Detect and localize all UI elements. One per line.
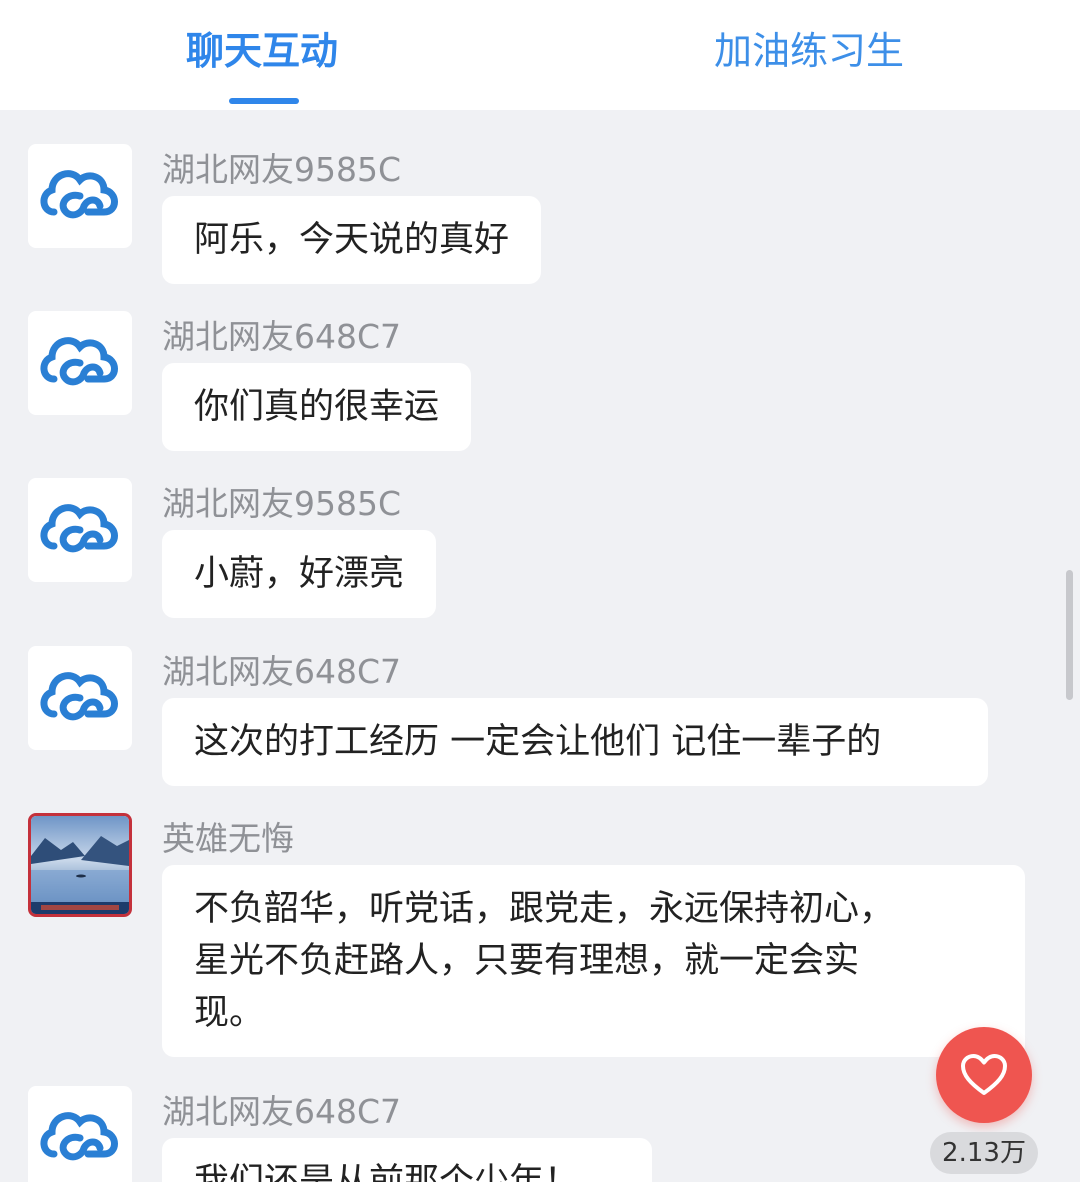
username[interactable]: 湖北网友648C7 xyxy=(162,1090,401,1134)
message-bubble[interactable]: 不负韶华，听党话，跟党走，永远保持初心， 星光不负赶路人，只要有理想，就一定会实… xyxy=(162,865,1025,1057)
cloud-logo-icon xyxy=(40,170,118,219)
cloud-logo-icon xyxy=(40,504,118,553)
cloud-logo-icon xyxy=(40,1112,118,1161)
message-text: 小蔚，好漂亮 xyxy=(194,554,405,594)
message-text: 你们真的很幸运 xyxy=(194,387,440,427)
cloud-logo-icon xyxy=(40,672,118,721)
message-bubble[interactable]: 你们真的很幸运 xyxy=(162,363,472,451)
message-text: 阿乐，今天说的真好 xyxy=(194,220,510,260)
avatar[interactable] xyxy=(28,813,132,917)
heart-icon xyxy=(961,1054,1007,1095)
username[interactable]: 湖北网友9585C xyxy=(162,482,401,526)
message-bubble[interactable]: 阿乐，今天说的真好 xyxy=(162,196,542,284)
username[interactable]: 湖北网友648C7 xyxy=(162,315,401,359)
chat-feed[interactable]: 湖北网友9585C 阿乐，今天说的真好 湖北网友648C7 你们真的很幸运 湖北… xyxy=(0,110,1080,1182)
landscape-photo xyxy=(31,816,129,914)
avatar[interactable] xyxy=(28,646,132,750)
message-bubble[interactable]: 这次的打工经历 一定会让他们 记住一辈子的 xyxy=(162,698,988,786)
avatar[interactable] xyxy=(28,144,132,248)
tab-trainee[interactable]: 加油练习生 xyxy=(714,26,904,76)
message-text: 不负韶华，听党话，跟党走，永远保持初心， xyxy=(194,889,895,929)
message-text: 我们还是从前那个少年！ xyxy=(194,1162,580,1182)
cloud-logo-icon xyxy=(40,337,118,386)
tab-chat[interactable]: 聊天互动 xyxy=(186,26,338,76)
avatar[interactable] xyxy=(28,1086,132,1182)
message-text: 现。 xyxy=(194,993,265,1033)
bottom-edge xyxy=(0,1182,1080,1200)
scrollbar[interactable] xyxy=(1066,570,1073,700)
avatar[interactable] xyxy=(28,311,132,415)
like-button[interactable] xyxy=(936,1027,1032,1123)
tab-bar: 聊天互动 加油练习生 xyxy=(0,0,1080,110)
message-text: 星光不负赶路人，只要有理想，就一定会实 xyxy=(194,941,860,981)
avatar[interactable] xyxy=(28,478,132,582)
message-bubble[interactable]: 我们还是从前那个少年！ xyxy=(162,1138,652,1182)
like-count: 2.13万 xyxy=(930,1132,1038,1174)
username[interactable]: 英雄无悔 xyxy=(162,817,294,861)
active-tab-indicator xyxy=(229,98,299,104)
message-text: 这次的打工经历 一定会让他们 记住一辈子的 xyxy=(194,722,882,762)
username[interactable]: 湖北网友9585C xyxy=(162,148,401,192)
username[interactable]: 湖北网友648C7 xyxy=(162,650,401,694)
message-bubble[interactable]: 小蔚，好漂亮 xyxy=(162,530,437,618)
